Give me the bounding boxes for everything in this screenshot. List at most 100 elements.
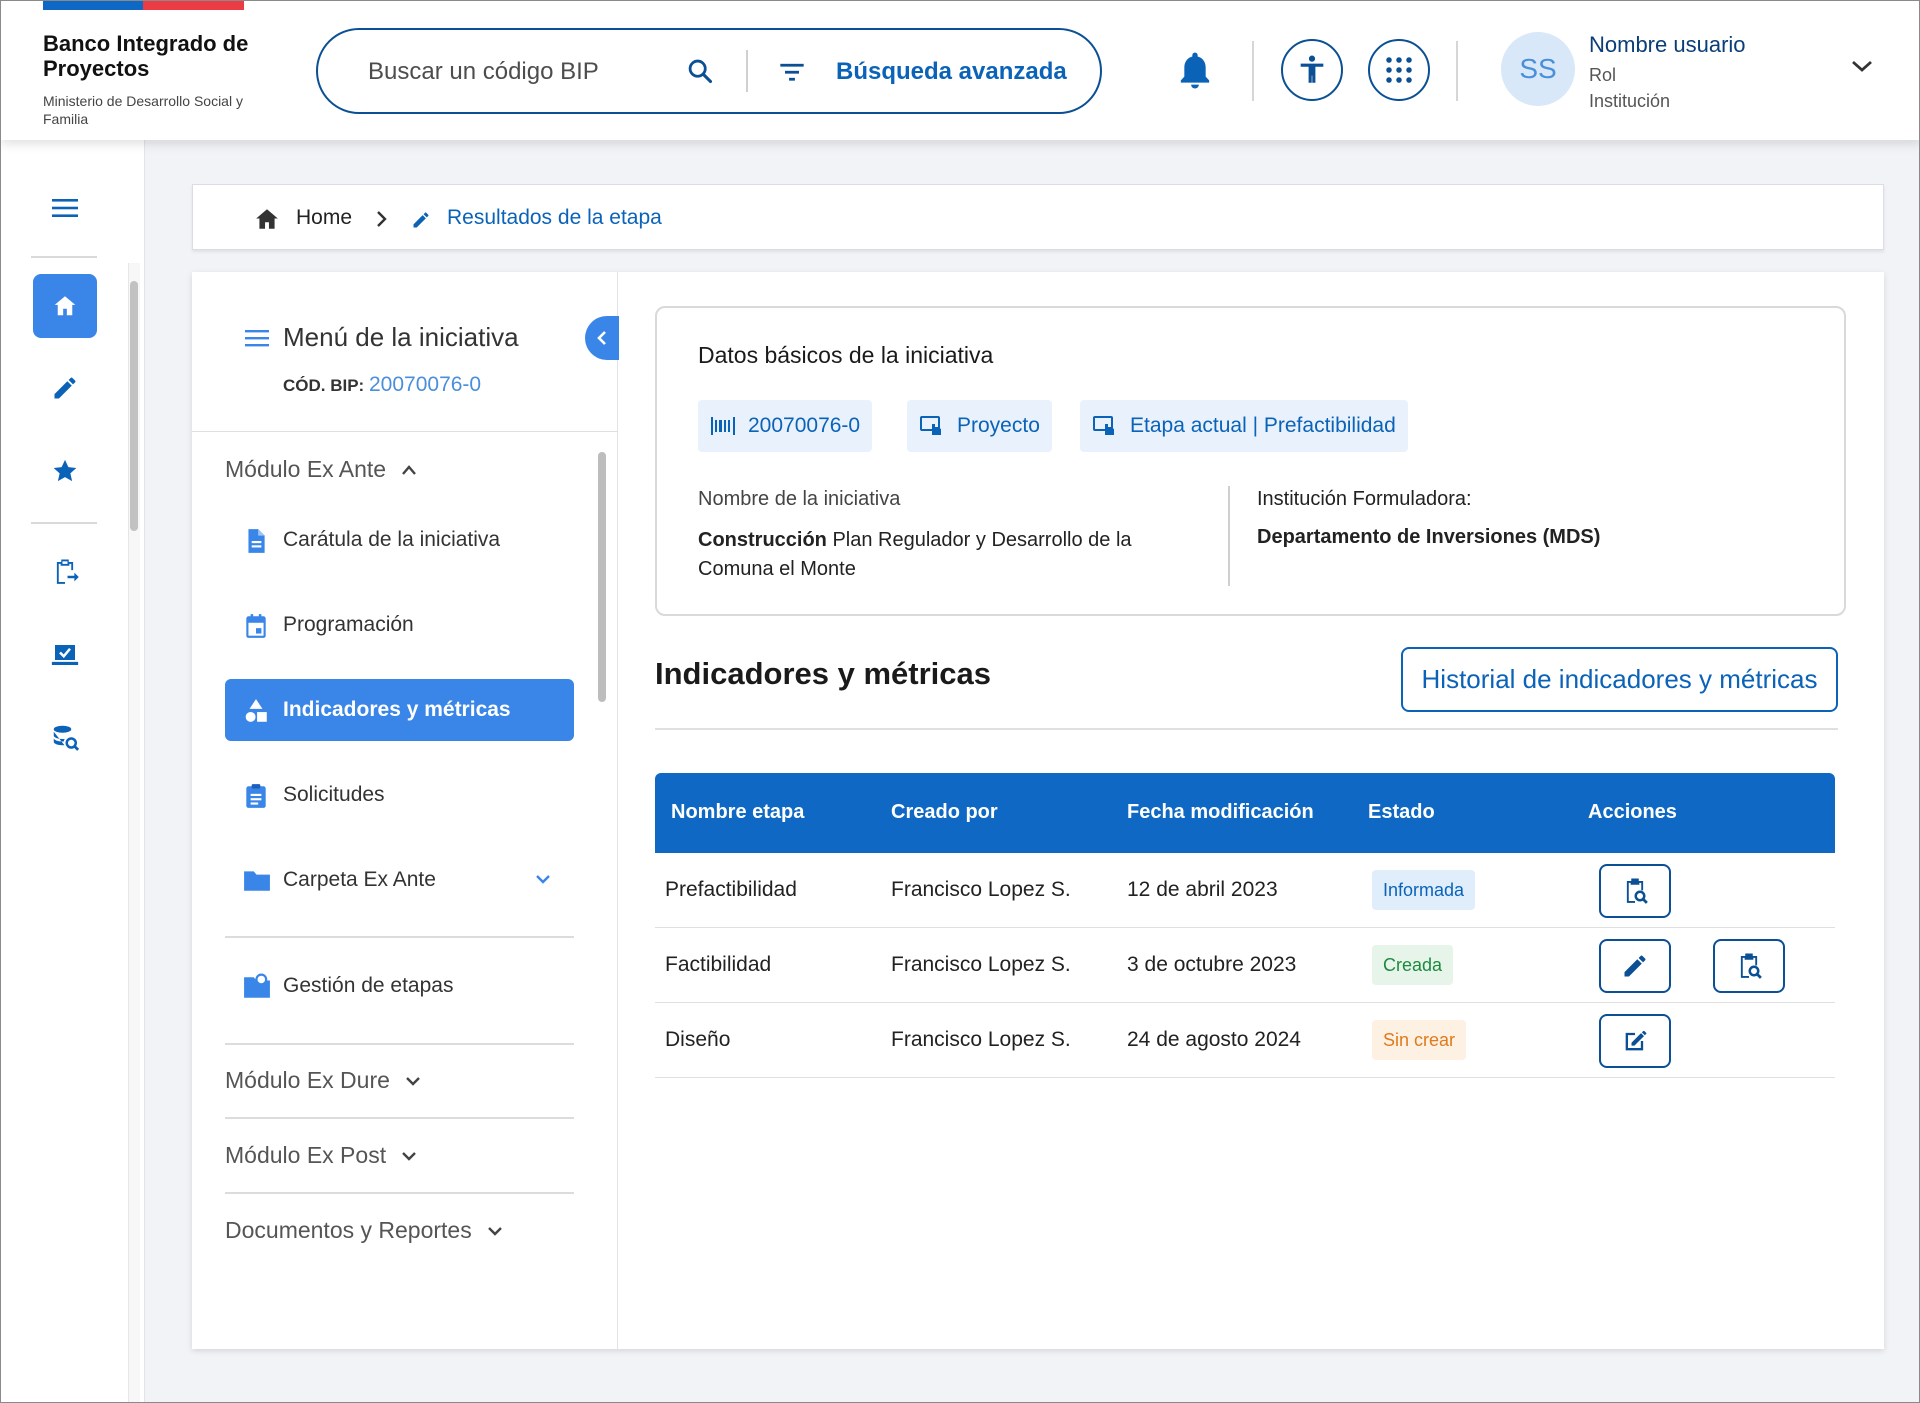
screen-touch-icon <box>1093 416 1114 435</box>
clipboard-search-icon <box>1740 953 1762 979</box>
accessibility-button[interactable] <box>1281 39 1343 101</box>
section-title: Indicadores y métricas <box>655 656 991 691</box>
menu-item-label: Indicadores y métricas <box>283 698 511 721</box>
laptop-check-icon <box>51 645 79 665</box>
menu-item-caratula[interactable]: Carátula de la iniciativa <box>225 509 574 571</box>
menu-item-gestion-etapas[interactable]: Gestión de etapas <box>225 955 574 1017</box>
chevron-down-icon <box>487 1226 502 1236</box>
search-input[interactable]: Buscar un código BIP <box>368 58 599 86</box>
collapse-menu-button[interactable] <box>585 316 619 360</box>
cell-stage: Prefactibilidad <box>665 878 797 901</box>
pencil-icon <box>1624 955 1646 977</box>
rail-transfer-button[interactable] <box>33 540 97 604</box>
chevron-down-icon <box>402 1151 416 1161</box>
edit-square-icon <box>1625 1030 1647 1051</box>
status-badge: Creada <box>1372 945 1454 985</box>
view-results-button[interactable] <box>1713 939 1785 993</box>
rail-divider <box>31 522 97 524</box>
rail-scrollbar-thumb[interactable] <box>130 281 138 531</box>
status-badge: Sin crear <box>1372 1020 1467 1060</box>
search-icon[interactable] <box>686 57 714 90</box>
module-docs-header[interactable]: Documentos y Reportes <box>225 1217 504 1244</box>
apps-grid-button[interactable] <box>1368 39 1430 101</box>
shapes-icon <box>243 697 269 730</box>
cell-date: 24 de agosto 2024 <box>1127 1028 1301 1051</box>
table-header: Nombre etapa Creado por Fecha modificaci… <box>655 773 1835 853</box>
menu-scrollbar-thumb[interactable] <box>598 452 606 702</box>
menu-item-label: Solicitudes <box>283 783 385 806</box>
notifications-bell-icon[interactable] <box>1175 49 1215 98</box>
database-search-icon <box>53 725 80 751</box>
rail-approve-button[interactable] <box>33 623 97 687</box>
search-bar[interactable]: Buscar un código BIP Búsqueda avanzada <box>316 28 1102 114</box>
column-header: Nombre etapa <box>671 801 805 823</box>
cell-created-by: Francisco Lopez S. <box>891 953 1071 976</box>
advanced-search-link[interactable]: Búsqueda avanzada <box>836 58 1067 86</box>
home-icon[interactable] <box>254 207 280 236</box>
module-label: Módulo Ex Dure <box>225 1067 390 1093</box>
chevron-up-icon <box>402 464 417 475</box>
flag-stripe <box>43 1 244 10</box>
cell-stage: Factibilidad <box>665 953 772 976</box>
rail-divider <box>31 256 97 258</box>
menu-item-solicitudes[interactable]: Solicitudes <box>225 764 574 826</box>
clipboard-search-icon <box>1626 878 1648 904</box>
table-row: Prefactibilidad Francisco Lopez S. 12 de… <box>655 853 1835 928</box>
calendar-icon <box>243 612 269 645</box>
module-ex-post-header[interactable]: Módulo Ex Post <box>225 1142 418 1169</box>
pencil-icon <box>411 210 431 235</box>
avatar[interactable]: SS <box>1501 32 1575 106</box>
pencil-icon <box>54 377 76 399</box>
module-ex-ante-header[interactable]: Módulo Ex Ante <box>225 456 418 483</box>
basic-data-card: Datos básicos de la iniciativa 20070076-… <box>655 306 1846 616</box>
rail-favorites-button[interactable] <box>33 439 97 503</box>
logo-title[interactable]: Banco Integrado de Proyectos <box>43 31 283 81</box>
chevron-right-icon <box>375 209 389 234</box>
breadcrumb-home-link[interactable]: Home <box>296 206 352 230</box>
main-panel: Menú de la iniciativa CÓD. BIP: 20070076… <box>192 272 1884 1349</box>
history-button[interactable]: Historial de indicadores y métricas <box>1401 647 1838 712</box>
module-label: Módulo Ex Post <box>225 1142 387 1168</box>
column-header: Estado <box>1368 801 1435 823</box>
user-role: Rol <box>1589 65 1617 85</box>
stage-chip: Etapa actual | Prefactibilidad <box>1080 400 1408 452</box>
column-header: Creado por <box>891 801 998 823</box>
rail-edit-button[interactable] <box>33 356 97 420</box>
create-button[interactable] <box>1599 1014 1671 1068</box>
header-divider <box>1252 41 1254 101</box>
menu-divider <box>225 1192 574 1194</box>
institution-value: Departamento de Inversiones (MDS) <box>1257 526 1601 548</box>
view-results-button[interactable] <box>1599 864 1671 918</box>
table-row: Diseño Francisco Lopez S. 24 de agosto 2… <box>655 1003 1835 1078</box>
menu-item-indicadores[interactable]: Indicadores y métricas <box>225 679 574 741</box>
initiative-name-value: Construcción Plan Regulador y Desarrollo… <box>698 526 1168 584</box>
section-divider <box>655 728 1838 730</box>
menu-item-label: Gestión de etapas <box>283 974 454 997</box>
initiative-name-bold: Construcción <box>698 529 827 551</box>
clipboard-icon <box>243 782 269 815</box>
menu-item-programacion[interactable]: Programación <box>225 594 574 656</box>
module-ex-dure-header[interactable]: Módulo Ex Dure <box>225 1067 422 1094</box>
hamburger-icon <box>52 199 78 217</box>
folder-icon <box>243 867 271 898</box>
filter-icon[interactable] <box>778 60 806 89</box>
breadcrumb-current: Resultados de la etapa <box>447 206 662 229</box>
edit-button[interactable] <box>1599 939 1671 993</box>
menu-item-carpeta-ex-ante[interactable]: Carpeta Ex Ante <box>225 849 574 911</box>
user-menu-chevron-down-icon[interactable] <box>1849 57 1875 80</box>
stage-chip-label: Etapa actual | Prefactibilidad <box>1130 414 1396 437</box>
menu-divider <box>225 1117 574 1119</box>
menu-item-label: Carpeta Ex Ante <box>283 868 436 891</box>
apps-grid-icon <box>1386 57 1412 83</box>
breadcrumb: Home Resultados de la etapa <box>192 184 1884 250</box>
column-header: Acciones <box>1588 801 1677 823</box>
rail-db-search-button[interactable] <box>33 706 97 770</box>
cell-created-by: Francisco Lopez S. <box>891 1028 1071 1051</box>
accessibility-icon <box>1300 55 1324 83</box>
home-icon <box>54 296 76 316</box>
data-divider <box>1228 486 1230 586</box>
rail-home-button[interactable] <box>33 274 97 338</box>
code-chip: 20070076-0 <box>698 400 873 452</box>
rail-menu-button[interactable] <box>33 176 97 240</box>
chevron-left-icon <box>597 331 606 345</box>
